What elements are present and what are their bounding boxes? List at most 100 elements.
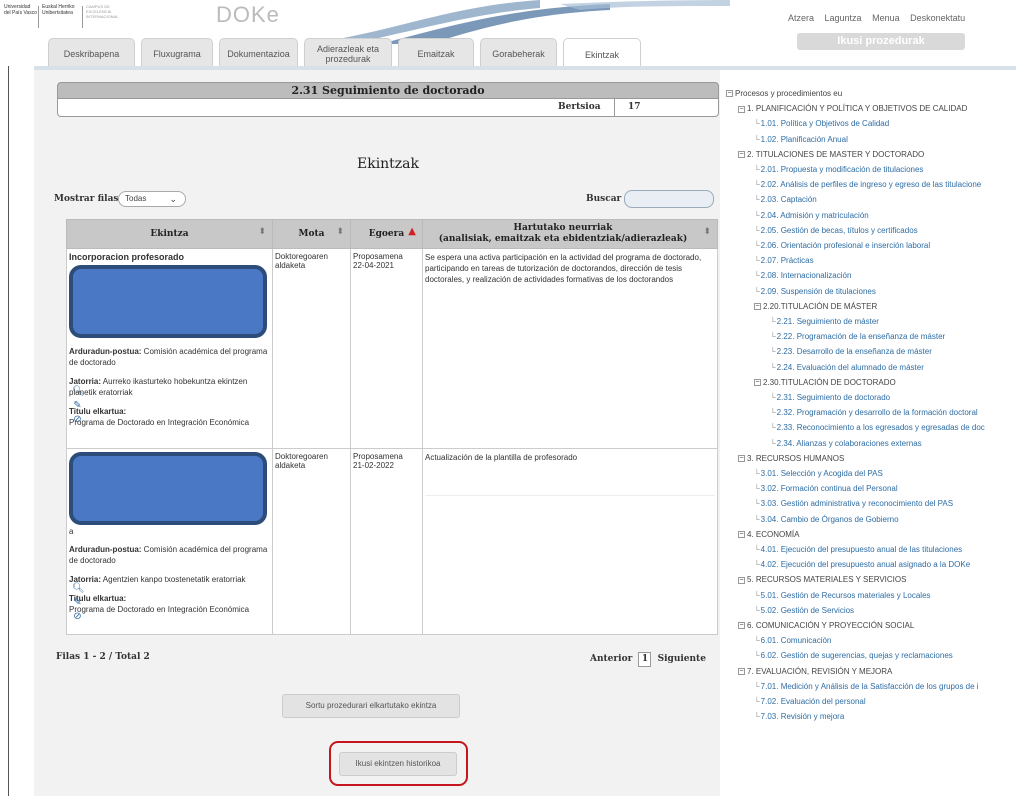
col-mota[interactable]: Mota ⬍ bbox=[272, 219, 351, 249]
tree-item[interactable]: └7.01. Medición y Análisis de la Satisfa… bbox=[754, 679, 979, 694]
tree-link[interactable]: 5.01. Gestión de Recursos materiales y L… bbox=[761, 591, 931, 600]
tree-link[interactable]: 3.04. Cambio de Órganos de Gobierno bbox=[761, 515, 899, 524]
tree-item[interactable]: └3.01. Selección y Acogida del PAS bbox=[754, 466, 883, 481]
tree-link[interactable]: 2.09. Suspensión de titulaciones bbox=[761, 287, 876, 296]
collapse-icon[interactable]: − bbox=[754, 303, 761, 311]
tree-item[interactable]: └2.32. Programación y desarrollo de la f… bbox=[770, 405, 978, 420]
tree-item[interactable]: └4.02. Ejecución del presupuesto anual a… bbox=[754, 557, 970, 572]
collapse-icon[interactable]: − bbox=[738, 151, 745, 159]
tree-link[interactable]: 2.34. Alianzas y colaboraciones externas bbox=[777, 439, 922, 448]
tree-link[interactable]: 2.33. Reconocimiento a los egresados y e… bbox=[777, 423, 985, 432]
tree-link[interactable]: 2.02. Análisis de perfiles de ingreso y … bbox=[761, 180, 982, 189]
tree-item[interactable]: └2.03. Captación bbox=[754, 192, 817, 207]
col-hartutako[interactable]: Hartutako neurriak (analisiak, emaitzak … bbox=[422, 219, 718, 249]
tree-item[interactable]: └2.01. Propuesta y modificación de titul… bbox=[754, 162, 923, 177]
search-input[interactable] bbox=[624, 190, 714, 208]
tree-link[interactable]: 2.06. Orientación profesional e inserció… bbox=[761, 241, 930, 250]
tree-group[interactable]: −6. COMUNICACIÓN Y PROYECCIÓN SOCIAL bbox=[738, 618, 914, 633]
tree-link[interactable]: 1.02. Planificación Anual bbox=[761, 135, 848, 144]
tree-item[interactable]: └2.06. Orientación profesional e inserci… bbox=[754, 238, 930, 253]
view-icon[interactable]: 🔍︎ bbox=[72, 386, 85, 400]
tree-item[interactable]: └2.21. Seguimiento de máster bbox=[770, 314, 879, 329]
tree-item[interactable]: └2.05. Gestión de becas, títulos y certi… bbox=[754, 223, 918, 238]
edit-icon[interactable]: ✎ bbox=[72, 597, 83, 611]
tree-link[interactable]: 3.01. Selección y Acogida del PAS bbox=[761, 469, 883, 478]
action-history-button[interactable]: Ikusi ekintzen historikoa bbox=[339, 752, 457, 776]
tree-item[interactable]: └2.22. Programación de la enseñanza de m… bbox=[770, 329, 945, 344]
collapse-icon[interactable]: − bbox=[726, 90, 733, 98]
tree-link[interactable]: 2.23. Desarrollo de la enseñanza de mást… bbox=[777, 347, 932, 356]
tree-link[interactable]: 2.04. Admisión y matriculación bbox=[761, 211, 869, 220]
tree-root[interactable]: − Procesos y procedimientos eu bbox=[726, 86, 842, 101]
tree-item[interactable]: └5.01. Gestión de Recursos materiales y … bbox=[754, 588, 931, 603]
collapse-icon[interactable]: − bbox=[738, 622, 745, 630]
tree-item[interactable]: └7.03. Revisión y mejora bbox=[754, 709, 844, 724]
tab-gorabeherak[interactable]: Gorabeherak bbox=[480, 38, 557, 68]
tree-item[interactable]: └3.03. Gestión administrativa y reconoci… bbox=[754, 496, 953, 511]
tree-item[interactable]: └6.02. Gestión de sugerencias, quejas y … bbox=[754, 648, 953, 663]
tab-emaitzak[interactable]: Emaitzak bbox=[398, 38, 474, 68]
tree-link[interactable]: 2.24. Evaluación del alumnado de máster bbox=[777, 363, 924, 372]
tree-group[interactable]: −2.20.TITULACIÓN DE MÁSTER bbox=[754, 299, 877, 314]
attach-icon[interactable]: ⊘ bbox=[72, 611, 83, 625]
tab-adierazleak[interactable]: Adierazleak eta prozedurak bbox=[304, 38, 392, 68]
collapse-icon[interactable]: − bbox=[738, 531, 745, 539]
tree-link[interactable]: 2.32. Programación y desarrollo de la fo… bbox=[777, 408, 978, 417]
collapse-icon[interactable]: − bbox=[738, 455, 745, 463]
view-procedures-button[interactable]: Ikusi prozedurak bbox=[797, 33, 965, 50]
tree-item[interactable]: └5.02. Gestión de Servicios bbox=[754, 603, 854, 618]
tree-group[interactable]: −2.30.TITULACIÓN DE DOCTORADO bbox=[754, 375, 896, 390]
tree-link[interactable]: 2.31. Seguimiento de doctorado bbox=[777, 393, 890, 402]
col-ekintza[interactable]: Ekintza ⬍ bbox=[66, 219, 273, 249]
prev-page[interactable]: Anterior bbox=[590, 654, 632, 664]
edit-icon[interactable]: ✎ bbox=[72, 400, 83, 414]
tree-item[interactable]: └6.01. Comunicación bbox=[754, 633, 831, 648]
tree-item[interactable]: └4.01. Ejecución del presupuesto anual d… bbox=[754, 542, 962, 557]
tree-link[interactable]: 4.02. Ejecución del presupuesto anual as… bbox=[761, 560, 970, 569]
tree-item[interactable]: └7.02. Evaluación del personal bbox=[754, 694, 866, 709]
tree-item[interactable]: └2.23. Desarrollo de la enseñanza de más… bbox=[770, 344, 932, 359]
tree-item[interactable]: └2.34. Alianzas y colaboraciones externa… bbox=[770, 436, 922, 451]
tree-link[interactable]: 7.01. Medición y Análisis de la Satisfac… bbox=[761, 682, 979, 691]
tree-item[interactable]: └1.01. Política y Objetivos de Calidad bbox=[754, 116, 889, 131]
collapse-icon[interactable]: − bbox=[738, 105, 745, 113]
collapse-icon[interactable]: − bbox=[754, 379, 761, 387]
tree-link[interactable]: 2.08. Internacionalización bbox=[761, 271, 852, 280]
tree-item[interactable]: └2.07. Prácticas bbox=[754, 253, 814, 268]
show-rows-select[interactable]: Todas ⌄ bbox=[118, 191, 186, 207]
tree-group[interactable]: −3. RECURSOS HUMANOS bbox=[738, 451, 844, 466]
back-link[interactable]: Atzera bbox=[788, 13, 814, 23]
tree-link[interactable]: 2.03. Captación bbox=[761, 195, 817, 204]
tree-link[interactable]: 7.02. Evaluación del personal bbox=[761, 697, 866, 706]
tree-group[interactable]: −7. EVALUACIÓN, REVISIÓN Y MEJORA bbox=[738, 664, 892, 679]
tree-item[interactable]: └2.08. Internacionalización bbox=[754, 268, 851, 283]
tab-fluxugrama[interactable]: Fluxugrama bbox=[141, 38, 213, 68]
attach-icon[interactable]: ⊘ bbox=[72, 414, 83, 428]
next-page[interactable]: Siguiente bbox=[658, 654, 706, 664]
menu-link[interactable]: Menua bbox=[872, 13, 900, 23]
tree-item[interactable]: └2.04. Admisión y matriculación bbox=[754, 208, 869, 223]
tree-link[interactable]: 6.02. Gestión de sugerencias, quejas y r… bbox=[761, 651, 953, 660]
tree-link[interactable]: 3.02. Formación continua del Personal bbox=[761, 484, 898, 493]
page-number[interactable]: 1 bbox=[638, 652, 652, 667]
tree-link[interactable]: 3.03. Gestión administrativa y reconocim… bbox=[761, 499, 953, 508]
collapse-icon[interactable]: − bbox=[738, 576, 745, 584]
tree-link[interactable]: 1.01. Política y Objetivos de Calidad bbox=[761, 119, 890, 128]
tab-deskribapena[interactable]: Deskribapena bbox=[48, 38, 135, 68]
tree-link[interactable]: 2.22. Programación de la enseñanza de má… bbox=[777, 332, 946, 341]
tree-link[interactable]: 4.01. Ejecución del presupuesto anual de… bbox=[761, 545, 962, 554]
col-egoera[interactable]: Egoera ▲ bbox=[350, 219, 423, 249]
tree-item[interactable]: └2.02. Análisis de perfiles de ingreso y… bbox=[754, 177, 981, 192]
tree-link[interactable]: 5.02. Gestión de Servicios bbox=[761, 606, 854, 615]
tree-item[interactable]: └1.02. Planificación Anual bbox=[754, 132, 848, 147]
tree-item[interactable]: └3.04. Cambio de Órganos de Gobierno bbox=[754, 512, 899, 527]
tree-item[interactable]: └2.24. Evaluación del alumnado de máster bbox=[770, 360, 924, 375]
tree-item[interactable]: └3.02. Formación continua del Personal bbox=[754, 481, 898, 496]
tree-link[interactable]: 2.07. Prácticas bbox=[761, 256, 814, 265]
tree-group[interactable]: −1. PLANIFICACIÓN Y POLÍTICA Y OBJETIVOS… bbox=[738, 101, 967, 116]
tree-group[interactable]: −2. TITULACIONES DE MASTER Y DOCTORADO bbox=[738, 147, 924, 162]
tree-item[interactable]: └2.09. Suspensión de titulaciones bbox=[754, 284, 876, 299]
tree-item[interactable]: └2.33. Reconocimiento a los egresados y … bbox=[770, 420, 985, 435]
tree-group[interactable]: −4. ECONOMÍA bbox=[738, 527, 799, 542]
help-link[interactable]: Laguntza bbox=[825, 13, 862, 23]
